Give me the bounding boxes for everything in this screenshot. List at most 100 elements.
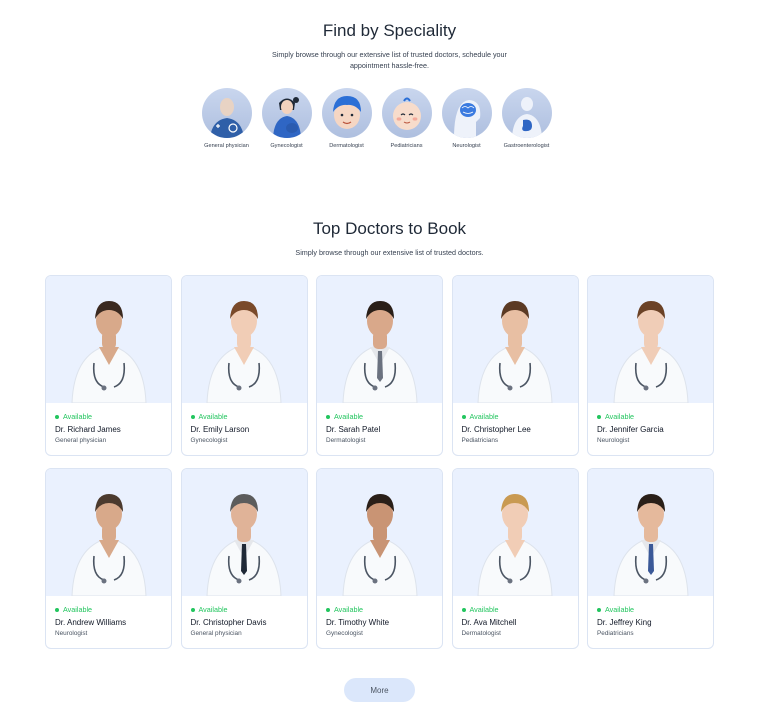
speciality-item-neurologist[interactable]: Neurologist (441, 88, 492, 149)
speciality-item-general-physician[interactable]: General physician (201, 88, 252, 149)
availability-status: Available (461, 605, 578, 614)
speciality-item-pediatricians[interactable]: Pediatricians (381, 88, 432, 149)
speciality-item-dermatologist[interactable]: Dermatologist (321, 88, 372, 149)
availability-status: Available (190, 412, 307, 421)
availability-label: Available (198, 412, 228, 421)
doctor-card[interactable]: Available Dr. Timothy White Gynecologist (316, 468, 443, 649)
doctor-name: Dr. Timothy White (326, 618, 390, 627)
doctor-name: Dr. Ava Mitchell (461, 618, 517, 627)
doctor-name: Dr. Jennifer Garcia (597, 425, 664, 434)
doctor-card[interactable]: Available Dr. Christopher Lee Pediatrician… (451, 275, 579, 456)
doctor-photo (317, 276, 442, 403)
availability-label: Available (63, 605, 93, 614)
availability-status: Available (597, 605, 713, 614)
availability-label: Available (469, 605, 499, 614)
doctor-name: Dr. Richard James (55, 425, 121, 434)
doctor-card[interactable]: Available Dr. Emily Larson Gynecologist (180, 275, 308, 456)
availability-label: Available (605, 412, 635, 421)
speciality-subtitle-line2: appointment hassle-free. (349, 61, 430, 70)
doctor-photo (181, 276, 307, 403)
availability-label: Available (605, 605, 635, 614)
doctor-speciality: Pediatricians (597, 630, 634, 637)
speciality-label: Gynecologist (270, 143, 303, 149)
available-dot-icon (55, 414, 59, 419)
doctor-name: Dr. Emily Larson (190, 425, 250, 434)
doctor-card-body: Available Dr. Christopher Davis General ph… (182, 596, 307, 637)
gastroenterologist-icon (501, 88, 552, 138)
doctor-speciality: General physician (190, 630, 242, 637)
doctor-card-body: Available Dr. Jeffrey King Pediatricians (588, 596, 713, 637)
doctor-card[interactable]: Available Dr. Ava Mitchell Dermatologist (451, 468, 579, 649)
doctor-speciality: Pediatricians (461, 437, 499, 444)
doctors-grid: Available Dr. Richard James General physic… (45, 275, 714, 649)
doctor-card[interactable]: Available Dr. Christopher Davis General ph… (180, 468, 308, 649)
available-dot-icon (190, 607, 195, 612)
availability-status: Available (326, 605, 442, 614)
doctor-card-body: Available Dr. Andrew Williams Neurologist (46, 596, 171, 637)
availability-label: Available (198, 605, 228, 614)
available-dot-icon (190, 414, 195, 419)
doctor-name: Dr. Andrew Williams (55, 618, 127, 627)
speciality-item-gastroenterologist[interactable]: Gastroenterologist (501, 88, 552, 149)
doctor-card-body: Available Dr. Sarah Patel Dermatologist (317, 403, 442, 444)
doctor-card[interactable]: Available Dr. Andrew Williams Neurologist (45, 468, 172, 649)
top-doctors-subtitle: Simply browse through our extensive list… (295, 248, 484, 257)
gynecologist-icon (261, 88, 312, 138)
speciality-title: Find by Speciality (322, 21, 457, 40)
availability-status: Available (55, 605, 171, 614)
availability-status: Available (461, 412, 578, 421)
doctor-card[interactable]: Available Dr. Richard James General physic… (45, 275, 172, 456)
available-dot-icon (597, 414, 601, 419)
availability-label: Available (469, 412, 499, 421)
speciality-label: Gastroenterologist (503, 143, 550, 149)
speciality-label: Dermatologist (329, 143, 364, 149)
doctor-card-body: Available Dr. Emily Larson Gynecologist (182, 403, 307, 444)
speciality-subtitle-line1: Simply browse through our extensive list… (272, 50, 507, 59)
doctor-photo (317, 469, 442, 596)
doctor-photo (46, 469, 171, 596)
availability-label: Available (334, 605, 364, 614)
doctor-card[interactable]: Available Dr. Jeffrey King Pediatricians (587, 468, 714, 649)
available-dot-icon (55, 607, 59, 612)
doctor-name: Dr. Christopher Lee (461, 425, 531, 434)
speciality-item-gynecologist[interactable]: Gynecologist (261, 88, 312, 149)
availability-label: Available (334, 412, 364, 421)
available-dot-icon (461, 607, 466, 612)
doctor-card[interactable]: Available Dr. Sarah Patel Dermatologist (316, 275, 443, 456)
speciality-label: Pediatricians (390, 143, 423, 149)
neurologist-icon (441, 88, 492, 138)
speciality-list: General physician Gynecologist Dermatolo… (201, 88, 552, 149)
doctor-card-body: Available Dr. Christopher Lee Pediatrician… (453, 403, 578, 444)
pediatrician-icon (381, 88, 432, 138)
availability-status: Available (326, 412, 442, 421)
doctor-name: Dr. Sarah Patel (326, 425, 381, 434)
doctor-name: Dr. Christopher Davis (190, 618, 267, 627)
doctor-card-body: Available Dr. Richard James General physic… (46, 403, 171, 444)
dermatologist-icon (321, 88, 372, 138)
doctor-photo (452, 469, 578, 596)
availability-status: Available (55, 412, 171, 421)
doctor-photo (588, 469, 713, 596)
available-dot-icon (326, 414, 330, 419)
availability-label: Available (63, 412, 93, 421)
general-physician-icon (201, 88, 252, 138)
doctor-photo (46, 276, 171, 403)
doctor-name: Dr. Jeffrey King (597, 618, 652, 627)
speciality-label: General physician (204, 143, 249, 149)
doctor-photo (588, 276, 713, 403)
doctor-speciality: Neurologist (55, 630, 88, 637)
doctor-speciality: Dermatologist (326, 437, 366, 444)
doctor-speciality: Gynecologist (326, 630, 363, 637)
doctor-card-body: Available Dr. Timothy White Gynecologist (317, 596, 442, 637)
top-doctors-title: Top Doctors to Book (312, 219, 467, 238)
more-button[interactable]: More (344, 678, 415, 702)
availability-status: Available (190, 605, 307, 614)
available-dot-icon (326, 607, 330, 612)
available-dot-icon (597, 607, 601, 612)
doctor-card-body: Available Dr. Ava Mitchell Dermatologist (453, 596, 578, 637)
doctor-photo (181, 469, 307, 596)
doctor-speciality: Neurologist (597, 437, 630, 444)
doctor-card-body: Available Dr. Jennifer Garcia Neurologist (588, 403, 713, 444)
doctor-card[interactable]: Available Dr. Jennifer Garcia Neurologist (587, 275, 714, 456)
doctor-speciality: Dermatologist (461, 630, 501, 637)
